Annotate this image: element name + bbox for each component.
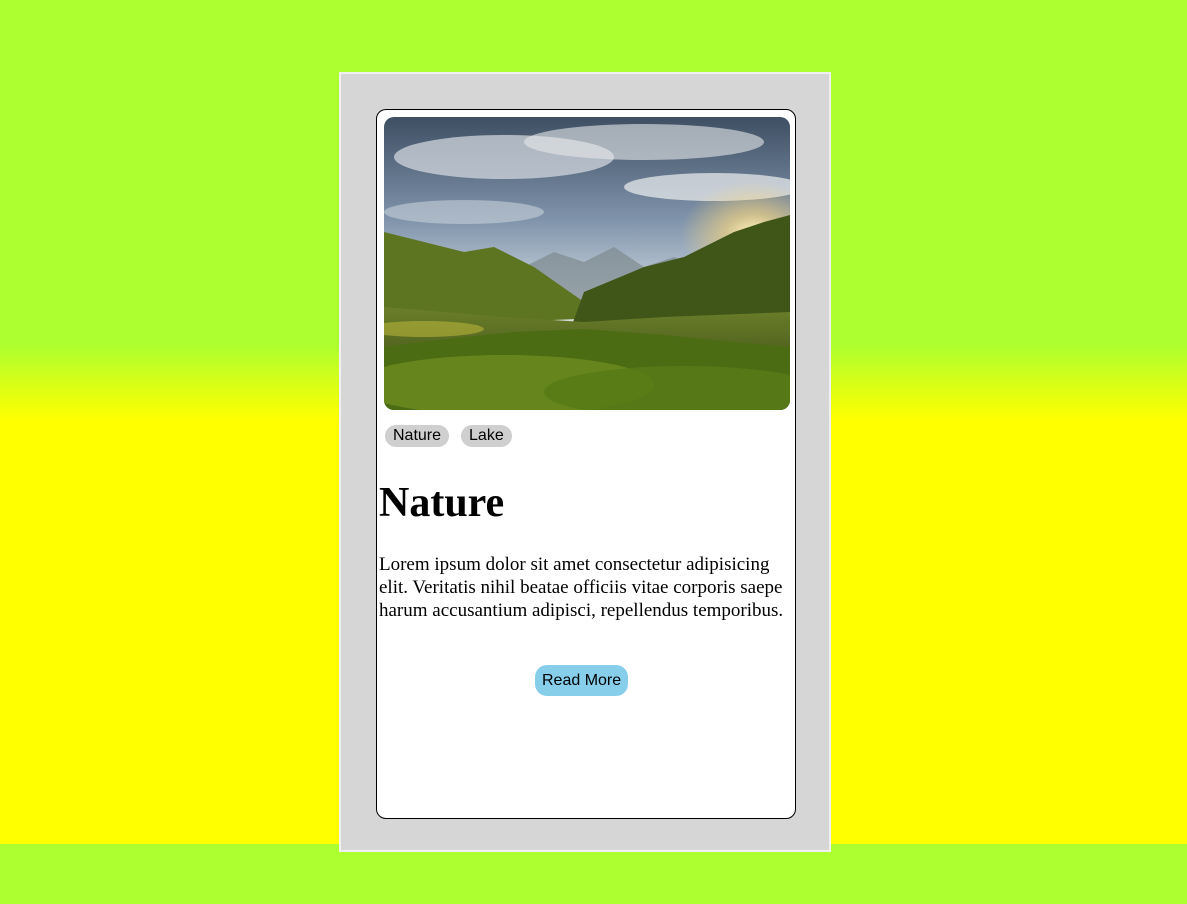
- tag-list: Nature Lake: [385, 425, 512, 447]
- tag-nature[interactable]: Nature: [385, 425, 450, 447]
- card-title: Nature: [379, 480, 505, 526]
- read-more-button[interactable]: Read More: [535, 665, 629, 696]
- card-image: [384, 117, 790, 410]
- card-description: Lorem ipsum dolor sit amet consectetur a…: [379, 554, 784, 621]
- tag-lake[interactable]: Lake: [461, 425, 512, 447]
- card-frame: Nature Lake Nature Lorem ipsum dolor sit…: [339, 72, 831, 852]
- nature-card: Nature Lake Nature Lorem ipsum dolor sit…: [376, 109, 796, 819]
